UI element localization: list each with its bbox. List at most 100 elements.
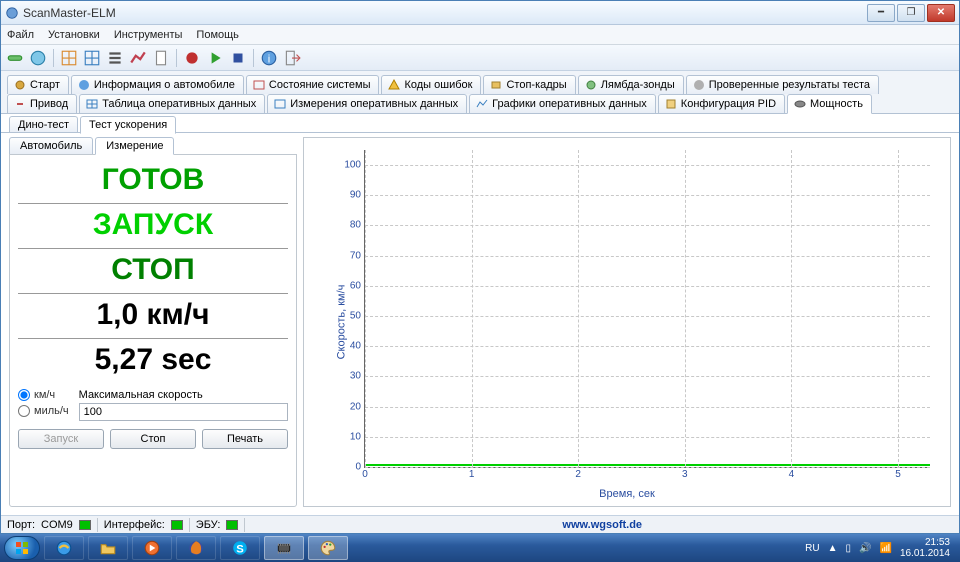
info-icon[interactable]: i bbox=[259, 48, 279, 68]
tab-drive[interactable]: Привод bbox=[7, 94, 77, 113]
tab-label: Проверенные результаты теста bbox=[709, 79, 870, 91]
options-row: км/ч миль/ч Максимальная скорость bbox=[18, 389, 288, 421]
subtab-accel[interactable]: Тест ускорения bbox=[80, 116, 176, 134]
chart-plot: 0102030405060708090100012345 bbox=[364, 150, 930, 468]
tab-start[interactable]: Старт bbox=[7, 75, 69, 94]
tab-system-status[interactable]: Состояние системы bbox=[246, 75, 380, 94]
exit-icon[interactable] bbox=[282, 48, 302, 68]
status-url[interactable]: www.wgsoft.de bbox=[251, 519, 953, 531]
toolbar-separator bbox=[253, 49, 254, 67]
tab-label: Старт bbox=[30, 79, 60, 91]
chart-icon[interactable] bbox=[128, 48, 148, 68]
flag-icon[interactable]: ▲ bbox=[828, 543, 838, 554]
radio-mph[interactable]: миль/ч bbox=[18, 405, 69, 417]
status-start: ЗАПУСК bbox=[18, 204, 288, 249]
tab-label: Коды ошибок bbox=[404, 79, 472, 91]
globe-icon[interactable] bbox=[28, 48, 48, 68]
grid-orange-icon[interactable] bbox=[59, 48, 79, 68]
battery-icon[interactable]: ▯ bbox=[846, 543, 852, 554]
tab-power[interactable]: Мощность bbox=[787, 94, 872, 114]
menu-file[interactable]: Файл bbox=[7, 29, 34, 41]
tray-time: 21:53 bbox=[900, 537, 950, 548]
tab-data-measure[interactable]: Измерения оперативных данных bbox=[267, 94, 467, 113]
taskbar-wmp[interactable] bbox=[132, 536, 172, 560]
toolbar: i bbox=[1, 45, 959, 71]
tab-label: Мощность bbox=[810, 98, 863, 110]
tab-test-results[interactable]: Проверенные результаты теста bbox=[686, 75, 879, 94]
close-button[interactable]: ✕ bbox=[927, 4, 955, 22]
list-icon[interactable] bbox=[105, 48, 125, 68]
status-stop: СТОП bbox=[18, 249, 288, 294]
volume-icon[interactable]: 🔊 bbox=[859, 543, 871, 554]
radio-mph-label: миль/ч bbox=[34, 405, 69, 417]
chart-ylabel: Скорость, км/ч bbox=[335, 285, 347, 360]
status-icon bbox=[253, 79, 265, 91]
panel-tabs: Автомобиль Измерение bbox=[9, 137, 297, 154]
tabs-row-2: Привод Таблица оперативных данных Измере… bbox=[1, 94, 959, 113]
minimize-button[interactable]: ━ bbox=[867, 4, 895, 22]
app-window: ScanMaster-ELM ━ ❐ ✕ Файл Установки Инст… bbox=[0, 0, 960, 534]
content-area: Автомобиль Измерение ГОТОВ ЗАПУСК СТОП 1… bbox=[1, 132, 959, 515]
menu-help[interactable]: Помощь bbox=[196, 29, 239, 41]
app-icon bbox=[5, 6, 19, 20]
taskbar-scanmaster[interactable] bbox=[264, 536, 304, 560]
tab-freeze-frames[interactable]: Стоп-кадры bbox=[483, 75, 575, 94]
document-icon[interactable] bbox=[151, 48, 171, 68]
iface-led-icon bbox=[171, 520, 183, 530]
taskbar-paint[interactable] bbox=[308, 536, 348, 560]
radio-kmh-input[interactable] bbox=[18, 389, 30, 401]
chart-area: Скорость, км/ч Время, сек 01020304050607… bbox=[303, 137, 951, 507]
menu-tools[interactable]: Инструменты bbox=[114, 29, 183, 41]
maxspeed-group: Максимальная скорость bbox=[79, 389, 288, 421]
taskbar-firefox[interactable] bbox=[176, 536, 216, 560]
radio-kmh[interactable]: км/ч bbox=[18, 389, 69, 401]
tab-data-table[interactable]: Таблица оперативных данных bbox=[79, 94, 265, 113]
tray-date: 16.01.2014 bbox=[900, 548, 950, 559]
record-icon[interactable] bbox=[182, 48, 202, 68]
chart-series-line bbox=[365, 464, 930, 466]
subtab-dyno[interactable]: Дино-тест bbox=[9, 116, 78, 133]
panel-tab-measure[interactable]: Измерение bbox=[95, 137, 174, 155]
tray-clock[interactable]: 21:53 16.01.2014 bbox=[900, 537, 950, 559]
info-icon bbox=[78, 79, 90, 91]
status-ecu-label: ЭБУ: bbox=[196, 519, 221, 531]
titlebar: ScanMaster-ELM ━ ❐ ✕ bbox=[1, 1, 959, 25]
toolbar-separator bbox=[176, 49, 177, 67]
skype-icon: S bbox=[231, 539, 249, 557]
taskbar-skype[interactable]: S bbox=[220, 536, 260, 560]
maximize-button[interactable]: ❐ bbox=[897, 4, 925, 22]
stop-button[interactable]: Стоп bbox=[110, 429, 196, 449]
results-icon bbox=[693, 79, 705, 91]
status-speed: 1,0 км/ч bbox=[18, 294, 288, 339]
tab-lambda[interactable]: Лямбда-зонды bbox=[578, 75, 684, 94]
stop-icon[interactable] bbox=[228, 48, 248, 68]
tab-vehicle-info[interactable]: Информация о автомобиле bbox=[71, 75, 244, 94]
tray-lang[interactable]: RU bbox=[805, 543, 819, 554]
connect-icon[interactable] bbox=[5, 48, 25, 68]
tab-label: Стоп-кадры bbox=[506, 79, 566, 91]
svg-text:S: S bbox=[236, 544, 244, 556]
radio-mph-input[interactable] bbox=[18, 405, 30, 417]
unit-radios: км/ч миль/ч bbox=[18, 389, 69, 417]
start-button[interactable] bbox=[4, 536, 40, 560]
play-icon[interactable] bbox=[205, 48, 225, 68]
tab-label: Привод bbox=[30, 98, 68, 110]
tab-data-charts[interactable]: Графики оперативных данных bbox=[469, 94, 656, 113]
grid-blue-icon[interactable] bbox=[82, 48, 102, 68]
link-icon bbox=[14, 98, 26, 110]
tab-label: Конфигурация PID bbox=[681, 98, 776, 110]
taskbar-ie[interactable] bbox=[44, 536, 84, 560]
menu-settings[interactable]: Установки bbox=[48, 29, 100, 41]
power-icon bbox=[794, 98, 806, 110]
launch-button[interactable]: Запуск bbox=[18, 429, 104, 449]
print-button[interactable]: Печать bbox=[202, 429, 288, 449]
tab-error-codes[interactable]: Коды ошибок bbox=[381, 75, 481, 94]
tab-pid-config[interactable]: Конфигурация PID bbox=[658, 94, 785, 113]
network-icon[interactable]: 📶 bbox=[879, 543, 891, 554]
maxspeed-input[interactable] bbox=[79, 403, 288, 421]
taskbar-explorer[interactable] bbox=[88, 536, 128, 560]
play-icon bbox=[143, 539, 161, 557]
gauge-icon bbox=[274, 98, 286, 110]
statusbar: Порт: COM9 Интерфейс: ЭБУ: www.wgsoft.de bbox=[1, 515, 959, 533]
panel-tab-vehicle[interactable]: Автомобиль bbox=[9, 137, 93, 154]
